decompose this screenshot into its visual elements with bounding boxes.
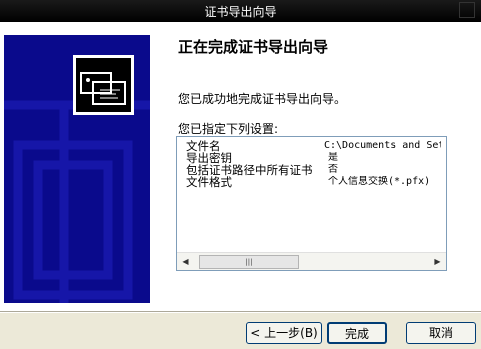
setting-value: 是 xyxy=(328,152,338,163)
arrow-right-icon[interactable]: ▶ xyxy=(429,253,446,270)
list-item: 包括证书路径中所有证书 否 xyxy=(186,164,441,176)
arrow-left-icon[interactable]: ◀ xyxy=(177,253,194,270)
setting-key: 文件格式 xyxy=(186,176,232,188)
list-item: 文件名 C:\Documents and Set xyxy=(186,140,441,152)
completion-message: 您已成功地完成证书导出向导。 xyxy=(178,92,347,106)
page-title: 正在完成证书导出向导 xyxy=(178,38,329,56)
back-button[interactable]: < 上一步(B) xyxy=(246,322,322,344)
settings-list[interactable]: 文件名 C:\Documents and Set 导出密钥 是 包括证书路径中所… xyxy=(176,136,447,271)
grip-icon: ||| xyxy=(245,258,253,266)
title-bar: 证书导出向导 xyxy=(0,0,481,22)
wizard-content: 正在完成证书导出向导 您已成功地完成证书导出向导。 您已指定下列设置: 文件名 … xyxy=(0,22,481,311)
banner-art xyxy=(4,55,150,303)
setting-key: 导出密钥 xyxy=(186,152,232,164)
setting-key: 包括证书路径中所有证书 xyxy=(186,164,313,176)
scroll-thumb[interactable]: ||| xyxy=(199,255,299,269)
horizontal-scrollbar[interactable]: ◀ ||| ▶ xyxy=(177,252,446,270)
wizard-banner xyxy=(4,35,150,303)
settings-label: 您已指定下列设置: xyxy=(178,122,279,136)
setting-value: 个人信息交换(*.pfx) xyxy=(328,176,431,187)
list-item: 导出密钥 是 xyxy=(186,152,441,164)
window-title: 证书导出向导 xyxy=(204,5,277,19)
title-corner-control[interactable] xyxy=(459,2,475,18)
cancel-button[interactable]: 取消 xyxy=(406,322,476,344)
setting-value: 否 xyxy=(328,164,338,175)
certificate-icon xyxy=(73,55,134,115)
finish-button[interactable]: 完成 xyxy=(327,322,387,344)
setting-value: C:\Documents and Set xyxy=(323,140,441,151)
button-separator xyxy=(0,311,481,313)
list-item: 文件格式 个人信息交换(*.pfx) xyxy=(186,176,441,188)
setting-key: 文件名 xyxy=(186,140,221,152)
